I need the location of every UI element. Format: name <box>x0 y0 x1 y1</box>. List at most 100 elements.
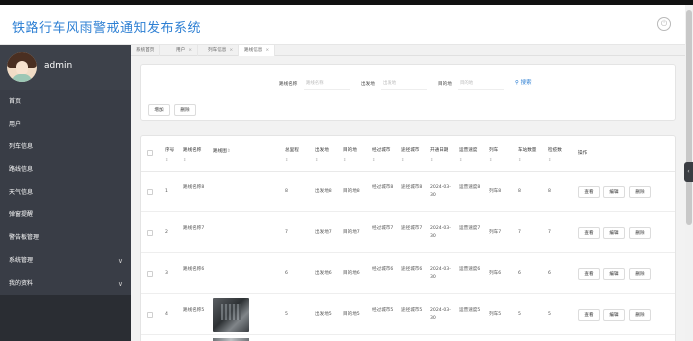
cell-via-city: 经过城市6 <box>372 267 394 272</box>
cell-route-name: 路线名称8 <box>183 185 205 190</box>
row-checkbox[interactable] <box>147 271 153 277</box>
sidebar: admin 首页 用户 列车信息 路线信息 天气信息 弹窗提醒 警告板管理 系统… <box>0 45 131 341</box>
edit-button[interactable]: 编辑 <box>603 309 625 321</box>
sidebar-item-label: 天气信息 <box>9 188 34 196</box>
cell-cars: 7 <box>518 230 521 235</box>
cell-stations: 8 <box>548 189 551 194</box>
select-all-checkbox[interactable] <box>147 150 153 156</box>
delete-row-button[interactable]: 删除 <box>629 309 651 321</box>
delete-row-button[interactable]: 删除 <box>629 186 651 198</box>
view-button[interactable]: 查看 <box>578 309 600 321</box>
th-via-city[interactable]: 经过城市 ⇕ <box>372 147 390 163</box>
th-open-date[interactable]: 开通日期 ⇕ <box>430 147 448 163</box>
route-name-input[interactable]: 路线名称 <box>304 77 350 90</box>
sidebar-empty-area <box>0 295 131 341</box>
cell-speed: 运营速度6 <box>459 267 481 272</box>
add-button[interactable]: 增加 <box>148 104 170 116</box>
sidebar-item-label: 用户 <box>9 120 22 128</box>
row-checkbox[interactable] <box>147 230 153 236</box>
cell-departure: 出发地6 <box>315 271 332 276</box>
tab-label: 用户 <box>176 48 186 53</box>
table-header: 序号 ⇕ 路线名称 ⇕ 路线图⇕ 总里程 ⇕ 出发地 ⇕ 目的地 ⇕ 经过城市 ⇕ 途径城市… <box>141 136 675 172</box>
close-icon[interactable]: × <box>229 48 233 53</box>
close-icon[interactable]: × <box>265 48 269 53</box>
th-actions: 操作 <box>578 151 588 156</box>
sidebar-item-label: 弹窗提醒 <box>9 211 34 219</box>
cell-via-city: 经过城市8 <box>372 185 394 190</box>
th-distance[interactable]: 总里程 ⇕ <box>285 147 299 163</box>
sidebar-item-users[interactable]: 用户 <box>0 114 131 137</box>
th-via-city-2[interactable]: 途径城市 ⇕ <box>401 147 419 163</box>
view-button[interactable]: 查看 <box>578 186 600 198</box>
view-button[interactable]: 查看 <box>578 227 600 239</box>
cell-open-date: 2024-03-30 <box>430 226 451 239</box>
cell-open-date: 2024-03-30 <box>430 267 451 280</box>
row-checkbox[interactable] <box>147 189 153 195</box>
search-button[interactable]: ⚲ 搜索 <box>515 77 531 90</box>
cell-cars: 8 <box>518 189 521 194</box>
chevron-down-icon: ∨ <box>117 279 123 288</box>
table-row: 1 路线名称8 8 出发地8 目的地8 经过城市8 途径城市8 2024-03-… <box>141 172 675 212</box>
th-departure[interactable]: 出发地 ⇕ <box>315 147 329 163</box>
cell-via-city-2: 途径城市6 <box>401 267 423 272</box>
tab-users[interactable]: 用户 × <box>171 45 199 56</box>
edit-button[interactable]: 编辑 <box>603 268 625 280</box>
th-speed[interactable]: 运营速度 ⇕ <box>459 147 477 163</box>
sidebar-item-weather[interactable]: 天气信息 <box>0 182 131 205</box>
th-train[interactable]: 列车 ⇕ <box>489 147 498 163</box>
sidebar-item-trains[interactable]: 列车信息 <box>0 136 131 159</box>
sidebar-item-routes[interactable]: 路线信息 <box>0 159 131 182</box>
sidebar-item-label: 警告板管理 <box>9 234 40 242</box>
sidebar-item-label: 路线信息 <box>9 166 34 174</box>
cell-distance: 5 <box>285 312 288 317</box>
table-row: 4 路线名称5 5 出发地5 目的地5 经过城市5 途径城市5 2024-03-… <box>141 295 675 335</box>
tab-home[interactable]: 系统首页 <box>131 45 161 56</box>
departure-input[interactable]: 出发地 <box>381 77 427 90</box>
chevron-left-icon[interactable]: ‹ <box>684 162 693 182</box>
routes-table: 序号 ⇕ 路线名称 ⇕ 路线图⇕ 总里程 ⇕ 出发地 ⇕ 目的地 ⇕ 经过城市 ⇕ 途径城市… <box>140 135 676 341</box>
cell-train: 列车7 <box>489 230 502 235</box>
sidebar-item-profile[interactable]: 我的资料 ∨ <box>0 273 131 296</box>
cell-via-city: 经过城市5 <box>372 308 394 313</box>
view-button[interactable]: 查看 <box>578 268 600 280</box>
sidebar-item-home[interactable]: 首页 <box>0 91 131 114</box>
delete-row-button[interactable]: 删除 <box>629 268 651 280</box>
cell-destination: 目的地7 <box>343 230 360 235</box>
sidebar-item-system[interactable]: 系统管理 ∨ <box>0 250 131 273</box>
row-checkbox[interactable] <box>147 312 153 318</box>
sidebar-item-label: 列车信息 <box>9 143 34 151</box>
cell-index: 4 <box>165 312 168 317</box>
cell-cars: 6 <box>518 271 521 276</box>
tab-trains[interactable]: 列车信息 × <box>203 45 240 56</box>
sidebar-item-label: 我的资料 <box>9 279 34 287</box>
th-stations[interactable]: 检疫数 ⇕ <box>548 147 562 163</box>
cell-stations: 7 <box>548 230 551 235</box>
sidebar-item-popups[interactable]: 弹窗提醒 <box>0 204 131 227</box>
edit-button[interactable]: 编辑 <box>603 186 625 198</box>
app-header: 铁路行车风雨警戒通知发布系统 ⏻ <box>0 5 685 45</box>
cell-train: 列车5 <box>489 312 502 317</box>
app-title: 铁路行车风雨警戒通知发布系统 <box>12 21 202 36</box>
search-panel: 路线名称 路线名称 出发地 出发地 目的地 目的地 ⚲ 搜索 增加 删除 <box>140 64 676 121</box>
cell-distance: 6 <box>285 271 288 276</box>
th-cars[interactable]: 车站数量 ⇕ <box>518 147 536 163</box>
close-icon[interactable]: × <box>188 48 192 53</box>
th-index[interactable]: 序号 ⇕ <box>165 147 174 163</box>
destination-input[interactable]: 目的地 <box>458 77 504 90</box>
search-button-label: 搜索 <box>520 80 532 86</box>
logout-icon[interactable]: ⏻ <box>657 17 671 31</box>
edit-button[interactable]: 编辑 <box>603 227 625 239</box>
username: admin <box>44 61 73 71</box>
table-row: 3 路线名称6 6 出发地6 目的地6 经过城市6 途径城市6 2024-03-… <box>141 254 675 294</box>
main-content: 系统首页 用户 × 列车信息 × 路线信息 × 路线名称 路线名称 出发地 出发地 目… <box>131 45 685 341</box>
sidebar-item-warning-board[interactable]: 警告板管理 <box>0 227 131 250</box>
delete-row-button[interactable]: 删除 <box>629 227 651 239</box>
delete-button[interactable]: 删除 <box>174 104 196 116</box>
scrollbar-thumb[interactable] <box>686 10 692 225</box>
th-route-name[interactable]: 路线名称 ⇕ <box>183 147 201 163</box>
cell-open-date: 2024-03-30 <box>430 185 451 198</box>
route-name-label: 路线名称 <box>279 82 298 87</box>
cell-open-date: 2024-03-30 <box>430 308 451 321</box>
th-destination[interactable]: 目的地 ⇕ <box>343 147 357 163</box>
tab-routes[interactable]: 路线信息 × <box>239 45 276 56</box>
